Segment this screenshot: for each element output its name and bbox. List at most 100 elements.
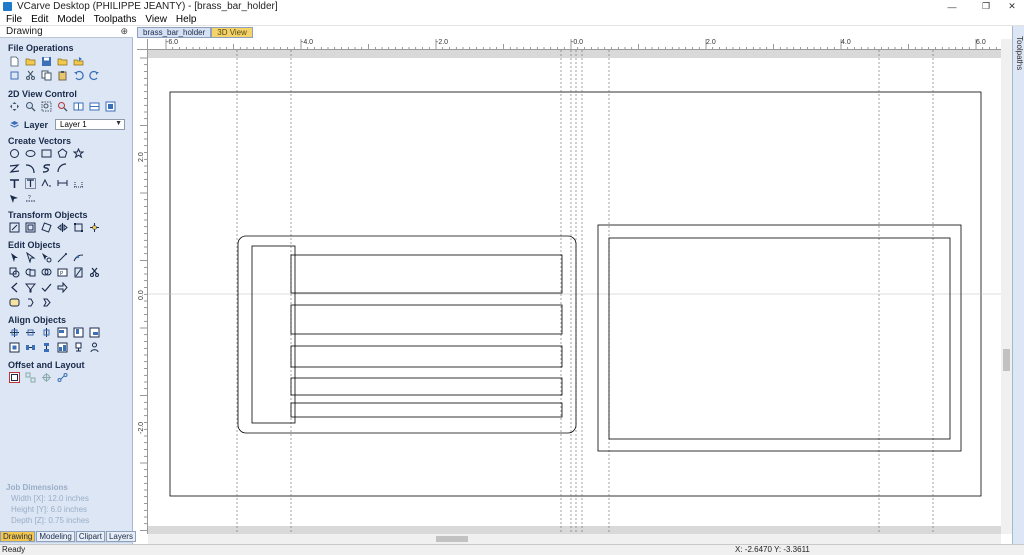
export-icon[interactable] (73, 56, 84, 67)
view-left-icon[interactable] (73, 101, 84, 112)
draw-dimension-icon[interactable]: ? (25, 193, 36, 204)
funnel-icon[interactable] (25, 282, 36, 293)
view-3d-icon[interactable] (105, 101, 116, 112)
close-button[interactable]: ✕ (998, 0, 1024, 13)
scale-icon[interactable] (25, 222, 36, 233)
view-split-icon[interactable] (89, 101, 100, 112)
ellipse-icon[interactable] (25, 148, 36, 159)
interactive-select-icon[interactable] (41, 252, 52, 263)
circle-icon[interactable] (9, 148, 20, 159)
arrow-right-icon[interactable] (57, 282, 68, 293)
node-edit-icon[interactable] (9, 193, 20, 204)
node-select-icon[interactable] (25, 252, 36, 263)
fillet-icon[interactable] (73, 178, 84, 189)
canvas-drawing[interactable] (148, 50, 1001, 534)
menu-view[interactable]: View (145, 14, 167, 25)
vertical-scroll-thumb[interactable] (1003, 349, 1010, 371)
array-copy-icon[interactable] (25, 372, 36, 383)
mirror-icon[interactable] (57, 222, 68, 233)
menu-file[interactable]: File (6, 14, 22, 25)
redo-icon[interactable] (89, 70, 100, 81)
menu-model[interactable]: Model (57, 14, 84, 25)
tab-layers[interactable]: Layers (105, 531, 136, 542)
select-icon[interactable] (9, 252, 20, 263)
tab-3d-view[interactable]: 3D View (211, 27, 253, 38)
trim-icon[interactable] (57, 252, 68, 263)
scissors-icon[interactable] (89, 267, 100, 278)
undo-icon[interactable] (73, 70, 84, 81)
zoom-icon[interactable] (25, 101, 36, 112)
arc-icon[interactable] (57, 163, 68, 174)
zoom-out-icon[interactable] (57, 101, 68, 112)
intersect-icon[interactable] (41, 267, 52, 278)
toolpaths-panel-tab[interactable]: Toolpaths (1012, 26, 1024, 544)
lamp-icon[interactable] (73, 342, 84, 353)
bracket-icon[interactable] (25, 297, 36, 308)
align-v-center-icon[interactable] (41, 327, 52, 338)
vertical-scrollbar[interactable] (1001, 39, 1012, 534)
zoom-box-icon[interactable] (41, 101, 52, 112)
copy-icon[interactable] (41, 70, 52, 81)
bottom-align-icon[interactable] (57, 342, 68, 353)
drawing-canvas[interactable] (148, 50, 1001, 534)
curve-icon[interactable] (25, 163, 36, 174)
polygon-icon[interactable] (57, 148, 68, 159)
user-align-icon[interactable] (89, 342, 100, 353)
star-icon[interactable] (73, 148, 84, 159)
node-add-icon[interactable] (73, 252, 84, 263)
rounded-rect-icon[interactable] (9, 297, 20, 308)
polyline-icon[interactable] (9, 163, 20, 174)
distribute-h-icon[interactable] (25, 342, 36, 353)
pin-icon[interactable]: ⊕ (120, 26, 128, 37)
horizontal-scroll-thumb[interactable] (436, 536, 468, 542)
pan-icon[interactable] (9, 101, 20, 112)
minimize-button[interactable]: — (938, 0, 966, 13)
align-center-icon[interactable] (89, 222, 100, 233)
open-folder-icon[interactable] (57, 56, 68, 67)
tab-clipart[interactable]: Clipart (75, 531, 105, 542)
spline-icon[interactable] (41, 163, 52, 174)
half-round-icon[interactable] (41, 297, 52, 308)
align-right-icon[interactable] (89, 327, 100, 338)
move-icon[interactable] (9, 222, 20, 233)
new-file-icon[interactable] (9, 56, 20, 67)
align-cross-icon[interactable] (9, 327, 20, 338)
text-arc-icon[interactable] (41, 178, 52, 189)
nesting-icon[interactable] (57, 372, 68, 383)
weld-icon[interactable] (9, 267, 20, 278)
menu-help[interactable]: Help (176, 14, 197, 25)
tick-icon[interactable] (41, 282, 52, 293)
restore-button[interactable]: ❐ (972, 0, 1000, 13)
horizontal-scrollbar[interactable] (148, 534, 1001, 544)
offset-icon[interactable] (9, 372, 20, 383)
text-on-curve-icon[interactable] (25, 178, 36, 189)
rotate-icon[interactable] (41, 222, 52, 233)
ruler-label-yneg2: -2.0 (138, 421, 145, 434)
dimension-icon[interactable] (57, 178, 68, 189)
distort-icon[interactable] (73, 222, 84, 233)
save-icon[interactable] (41, 56, 52, 67)
layer-dropdown[interactable]: Layer 1 ▼ (55, 119, 126, 130)
menu-edit[interactable]: Edit (31, 14, 48, 25)
align-h-center-icon[interactable] (25, 327, 36, 338)
fit-curve-icon[interactable]: P (57, 267, 68, 278)
open-file-icon[interactable] (25, 56, 36, 67)
tab-drawing[interactable]: Drawing (0, 531, 36, 542)
distribute-v-icon[interactable] (41, 342, 52, 353)
text-icon[interactable] (9, 178, 20, 189)
chevron-left-icon[interactable] (9, 282, 20, 293)
rectangle-icon[interactable] (41, 148, 52, 159)
tab-modeling[interactable]: Modeling (36, 531, 75, 542)
align-top-icon[interactable] (73, 327, 84, 338)
menu-toolpaths[interactable]: Toolpaths (94, 14, 137, 25)
align-center-page-icon[interactable] (9, 342, 20, 353)
circular-array-icon[interactable] (41, 372, 52, 383)
join-icon[interactable] (73, 267, 84, 278)
align-left-icon[interactable] (57, 327, 68, 338)
tab-brass-bar-holder[interactable]: brass_bar_holder (137, 27, 212, 38)
paste-icon[interactable] (57, 70, 68, 81)
subtract-icon[interactable] (25, 267, 36, 278)
fit-icon[interactable] (9, 70, 20, 81)
cut-icon[interactable] (25, 70, 36, 81)
drawing-panel: Drawing ⊕ File Operations 2D View Contro… (0, 26, 136, 544)
